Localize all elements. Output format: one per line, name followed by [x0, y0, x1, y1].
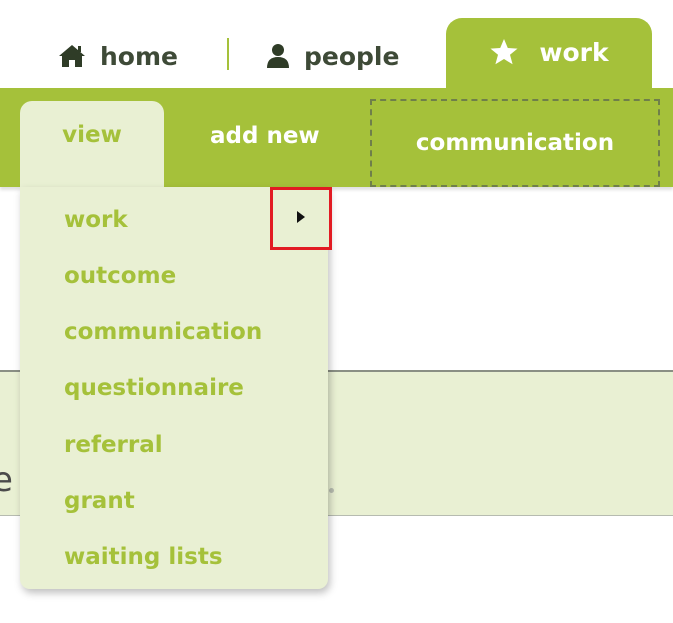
nav-home-label: home: [100, 41, 178, 71]
dropdown-item-grant[interactable]: grant: [64, 484, 135, 518]
nav-work-tab[interactable]: work: [446, 18, 652, 90]
dropdown-item-communication[interactable]: communication: [64, 315, 262, 349]
home-icon: [58, 44, 86, 68]
subnav-communication[interactable]: communication: [370, 99, 660, 187]
subnav-view-label: view: [62, 122, 122, 148]
dropdown-item-label: outcome: [64, 263, 177, 289]
dropdown-item-outcome[interactable]: outcome: [64, 259, 176, 293]
dropdown-item-label: questionnaire: [64, 375, 244, 401]
top-navigation: home people work: [0, 0, 673, 90]
dropdown-item-work[interactable]: work: [64, 203, 128, 237]
person-icon: [266, 43, 290, 69]
content-dot: [329, 488, 334, 493]
dropdown-item-label: work: [64, 207, 128, 233]
nav-divider: [227, 38, 229, 70]
dropdown-item-referral[interactable]: referral: [64, 428, 163, 462]
dropdown-item-label: grant: [64, 488, 135, 514]
subnav-add-new-label: add new: [210, 123, 320, 149]
work-submenu-expander[interactable]: [270, 187, 332, 250]
dropdown-item-questionnaire[interactable]: questionnaire: [64, 371, 244, 405]
dropdown-item-waiting-lists[interactable]: waiting lists: [64, 540, 223, 574]
content-partial-text: e: [0, 460, 13, 500]
star-icon: [489, 38, 519, 66]
subnav-add-new[interactable]: add new: [210, 118, 320, 154]
subnav-communication-label: communication: [415, 130, 615, 156]
dropdown-item-label: referral: [64, 432, 163, 458]
nav-people[interactable]: people: [266, 36, 399, 76]
nav-home[interactable]: home: [58, 36, 178, 76]
subnav-view-tab[interactable]: view: [20, 101, 164, 193]
dropdown-item-label: communication: [64, 319, 263, 345]
dropdown-item-label: waiting lists: [64, 544, 223, 570]
app-page: home people work view add new communicat…: [0, 0, 673, 623]
nav-people-label: people: [304, 41, 400, 71]
nav-work-label: work: [539, 37, 609, 67]
caret-right-icon: [296, 209, 306, 228]
